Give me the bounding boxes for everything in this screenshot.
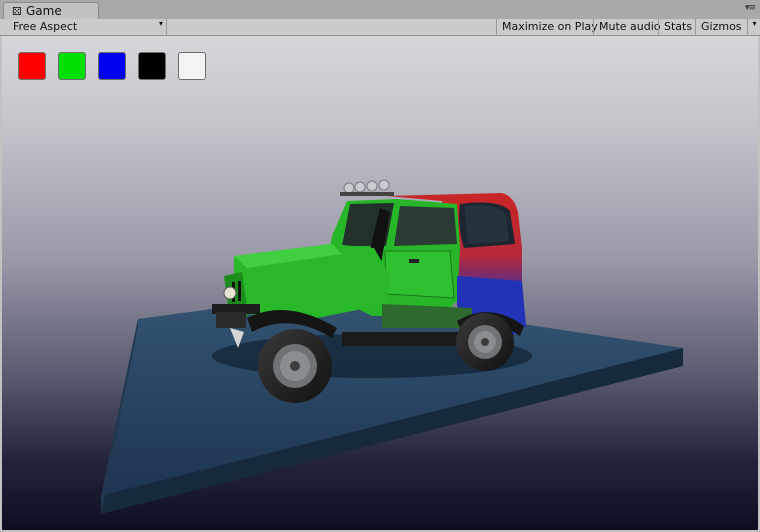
scene-render [101,179,683,514]
rear-wheel [456,313,514,371]
front-wheel [258,329,332,403]
unity-game-icon: ⚄ [12,5,22,18]
aspect-dropdown[interactable]: Free Aspect ▾ [4,19,167,35]
tab-strip: ⚄ Game ▾≡ [0,0,760,19]
tab-game-label: Game [26,4,62,18]
chevron-down-icon: ▾ [158,19,163,28]
mute-audio-button[interactable]: Mute audio [593,19,665,35]
stats-button[interactable]: Stats [658,19,696,35]
gizmos-label: Gizmos [701,20,742,33]
chevron-down-icon: ▾ [747,19,760,35]
stats-label: Stats [664,20,693,33]
game-window: ⚄ Game ▾≡ Free Aspect ▾ Maximize on Play… [0,0,760,532]
game-toolbar: Free Aspect ▾ Maximize on Play Mute audi… [0,19,760,36]
maximize-on-play-label: Maximize on Play [502,20,598,33]
game-viewport[interactable] [2,36,758,530]
aspect-label: Free Aspect [13,20,78,33]
maximize-on-play-button[interactable]: Maximize on Play [496,19,602,35]
tab-game[interactable]: ⚄ Game [3,2,99,19]
jeep-model [212,179,532,403]
window-menu-icon[interactable]: ▾≡ [745,3,756,13]
mute-audio-label: Mute audio [599,20,661,33]
gizmos-dropdown[interactable]: Gizmos ▾ [695,19,760,35]
